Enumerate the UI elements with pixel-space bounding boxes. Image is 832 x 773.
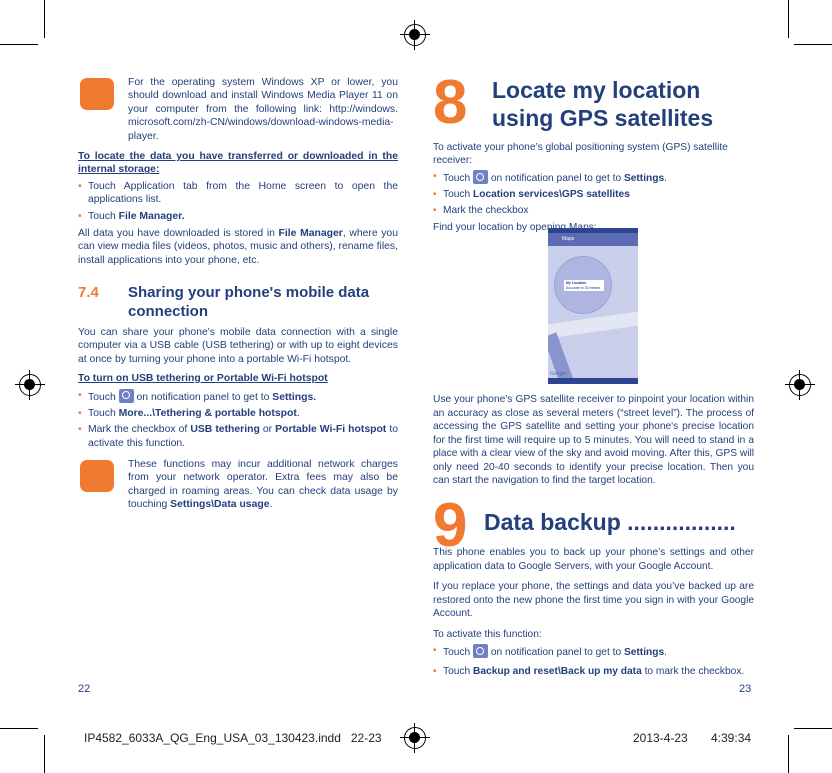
list-item: Touch Backup and reset\Back up my data t… [433, 665, 754, 679]
lightbulb-tip-icon [80, 460, 114, 492]
paragraph: To activate your phone’s global position… [433, 142, 728, 166]
left-column: To locate the data you have transferred … [78, 150, 398, 267]
list-item: Touch on notification panel to get to Se… [433, 644, 754, 660]
list-item: Touch on notification panel to get to Se… [78, 388, 398, 404]
crop-mark [44, 735, 45, 773]
google-logo: Google [550, 371, 567, 377]
crop-mark [788, 0, 789, 38]
lightbulb-tip-icon [80, 78, 114, 110]
list-item: Touch on notification panel to get to Se… [433, 170, 755, 185]
crop-mark [788, 735, 789, 773]
list-item: Mark the checkbox [433, 204, 755, 217]
registration-mark-icon [400, 723, 430, 753]
right-column: To activate your phone’s global position… [433, 141, 755, 234]
list-item: Touch File Manager. [78, 210, 398, 224]
settings-gear-icon [473, 170, 489, 184]
crop-mark [794, 728, 832, 729]
map-road [548, 310, 638, 340]
settings-gear-icon [473, 644, 489, 658]
print-slug-date: 2013-4-23 [633, 731, 688, 745]
crop-mark [0, 728, 38, 729]
maps-screenshot: Maps My Location Accurate to 30 meters Go… [548, 228, 638, 384]
right-column-lower: This phone enables you to back up your p… [433, 546, 754, 678]
registration-mark-icon [400, 20, 430, 50]
section-title: Sharing your phone's mobile data connect… [128, 284, 370, 320]
paragraph: Use your phone’s GPS satellite receiver … [433, 394, 754, 486]
maps-bottom-bar [548, 378, 638, 384]
section-subheading: To turn on USB tethering or Portable Wi-… [78, 373, 328, 385]
chapter-number: 8 [433, 68, 468, 137]
chapter-title: Locate my location using GPS satellites [492, 77, 714, 131]
maps-action-bar: Maps [548, 233, 638, 246]
tip-note: These functions may incur additional net… [128, 459, 398, 511]
page-number: 23 [739, 683, 752, 695]
list-item: Mark the checkbox of USB tethering or Po… [78, 423, 398, 450]
section-number: 7.4 [78, 284, 99, 301]
registration-mark-icon [15, 370, 45, 400]
crop-mark [0, 44, 38, 45]
registration-mark-icon [785, 370, 815, 400]
list-item: Touch Application tab from the Home scre… [78, 180, 398, 207]
paragraph: You can share your phone's mobile data c… [78, 327, 398, 365]
settings-gear-icon [118, 388, 134, 403]
chapter-title: Data backup ................. [484, 509, 736, 535]
crop-mark [794, 44, 832, 45]
left-column-lower: You can share your phone's mobile data c… [78, 326, 398, 450]
list-item: Touch Location services\GPS satellites [433, 188, 755, 201]
print-slug-file: IP4582_6033A_QG_Eng_USA_03_130423.indd 2… [84, 731, 382, 745]
paragraph: All data you have downloaded is stored i… [78, 228, 398, 266]
print-slug-time: 4:39:34 [711, 731, 752, 745]
paragraph: If you replace your phone, the settings … [433, 581, 754, 619]
tip-note: For the operating system Windows XP or l… [128, 77, 398, 142]
section-subheading: To locate the data you have transferred … [78, 151, 398, 176]
page-number: 22 [78, 683, 91, 695]
paragraph: To activate this function: [433, 628, 542, 640]
paragraph: This phone enables you to back up your p… [433, 547, 754, 572]
list-item: Touch More...\Tethering & portable hotsp… [78, 407, 398, 421]
crop-mark [44, 0, 45, 38]
location-callout: My Location Accurate to 30 meters [564, 280, 604, 291]
